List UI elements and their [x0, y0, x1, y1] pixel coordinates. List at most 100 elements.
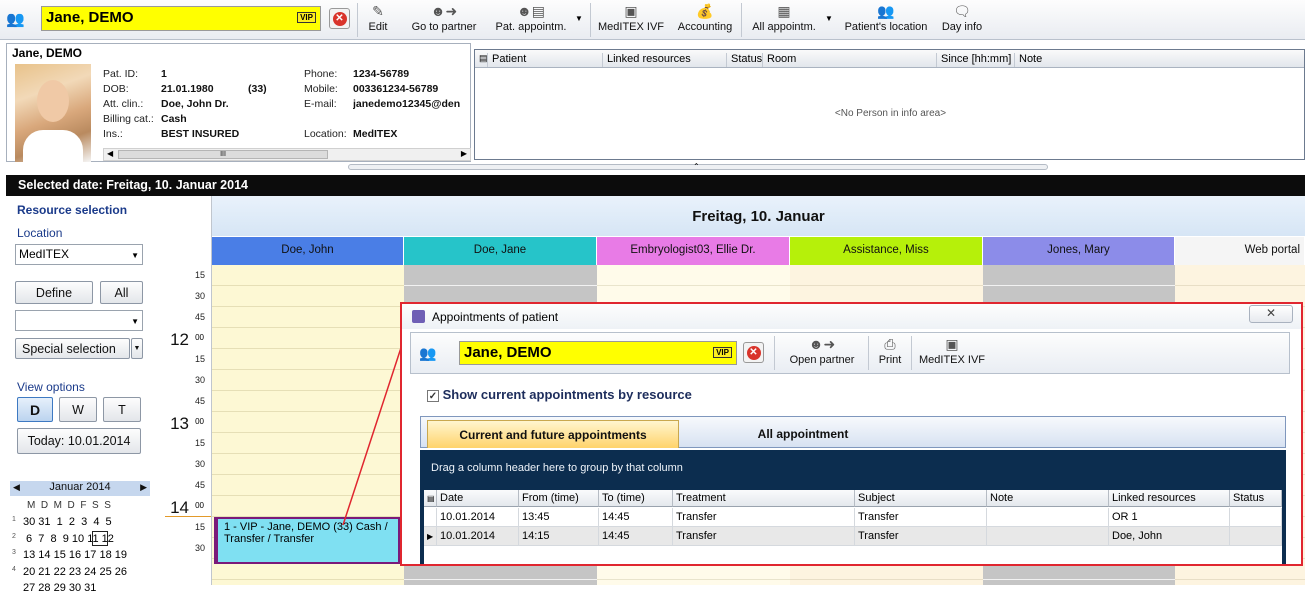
go-to-partner-button[interactable]: ☻➜ Go to partner [406, 2, 482, 38]
cell-from: 13:45 [519, 508, 599, 527]
info-area-header: ▤ Patient Linked resources Status Room S… [475, 50, 1304, 68]
tab-current-future[interactable]: Current and future appointments [427, 420, 679, 448]
calendar-week-row[interactable]: 20 21 22 23 24 25 26 [23, 566, 127, 578]
resource-header-embryologist[interactable]: Embryologist03, Ellie Dr. [597, 237, 790, 265]
mini-calendar-header: ◀ Januar 2014 ▶ [10, 481, 150, 496]
selection-select[interactable]: ▼ [15, 310, 143, 331]
cell-status [1230, 508, 1282, 527]
main-toolbar: 👥 Jane, DEMO VIP ✕ ✎ Edit ☻➜ Go to partner… [0, 0, 1305, 40]
patient-panel-scrollbar[interactable]: ◀ III ▶ [103, 148, 471, 161]
calendar-week-number: 4 [12, 566, 16, 573]
calendar-week-row[interactable]: 13 14 15 16 17 18 19 [23, 549, 127, 561]
all-appointm-button[interactable]: ▦ All appointm. [748, 2, 820, 38]
day-info-button[interactable]: 🗨 Day info [938, 2, 986, 38]
col-status[interactable]: Status [1230, 490, 1282, 507]
patient-info-panel: Jane, DEMO Pat. ID: 1 DOB: 21.01.1980 (3… [6, 43, 471, 162]
scroll-right-icon[interactable]: ▶ [461, 149, 467, 158]
col-status[interactable]: Status [726, 53, 764, 67]
group-by-area[interactable]: Drag a column header here to group by th… [421, 451, 1285, 485]
all-button[interactable]: All [100, 281, 143, 304]
resource-header-doe-jane[interactable]: Doe, Jane [404, 237, 597, 265]
current-row-arrow-icon: ▶ [427, 532, 434, 541]
prev-month-icon[interactable]: ◀ [13, 482, 20, 493]
meditex-ivf-button[interactable]: ▣ MedITEX IVF [597, 2, 665, 38]
phone-label: Phone: [304, 68, 338, 80]
resource-header-assistance[interactable]: Assistance, Miss [790, 237, 983, 265]
cell-status [1230, 527, 1282, 546]
pat-appointm-dropdown-icon[interactable]: ▼ [575, 14, 583, 23]
show-current-checkbox-row[interactable]: ✓ Show current appointments by resource [427, 387, 692, 402]
dialog-meditex-ivf-button[interactable]: ▣ MedITEX IVF [917, 335, 987, 371]
pat-appointm-label: Pat. appointm. [495, 21, 567, 33]
col-to-time[interactable]: To (time) [599, 490, 673, 507]
att-clin-value: Doe, John Dr. [161, 98, 229, 110]
time-quarter: 15 [194, 354, 205, 364]
current-time-marker [165, 516, 211, 517]
toolbar-separator [911, 336, 912, 370]
col-date[interactable]: Date [437, 490, 519, 507]
location-select[interactable]: MedITEX ▼ [15, 244, 143, 265]
patient-search-icon[interactable]: 👥 [419, 345, 436, 362]
patients-location-button[interactable]: 👥 Patient's location [842, 2, 930, 38]
time-column: 15 30 45 12 00 15 30 45 13 00 15 30 45 1… [161, 196, 212, 585]
today-button[interactable]: Today: 10.01.2014 [17, 428, 141, 454]
patient-name-field[interactable]: Jane, DEMO VIP [41, 6, 321, 31]
edit-label: Edit [368, 21, 388, 33]
dialog-clear-patient-button[interactable]: ✕ [743, 342, 764, 363]
resource-header-jones-mary[interactable]: Jones, Mary [983, 237, 1175, 265]
accounting-button[interactable]: 💰 Accounting [673, 2, 737, 38]
accounting-label: Accounting [677, 21, 733, 33]
toolbar-separator [357, 3, 358, 37]
pat-appointm-button[interactable]: ☻▤ Pat. appointm. [491, 2, 571, 38]
dialog-patient-name-field[interactable]: Jane, DEMO VIP [459, 341, 737, 365]
patient-name-text: Jane, DEMO [46, 9, 134, 26]
splitter-chevron-icon[interactable]: ⌃ [693, 162, 700, 171]
all-appointm-dropdown-icon[interactable]: ▼ [825, 14, 833, 23]
col-since[interactable]: Since [hh:mm] [936, 53, 1016, 67]
print-button[interactable]: ⎙ Print [874, 335, 906, 371]
table-row[interactable]: ▶ 10.01.2014 14:15 14:45 Transfer Transf… [424, 527, 1282, 546]
col-subject[interactable]: Subject [855, 490, 987, 507]
special-selection-dropdown[interactable]: ▼ [131, 338, 143, 359]
col-note[interactable]: Note [1014, 53, 1304, 67]
special-selection-button[interactable]: Special selection [15, 338, 130, 359]
col-linked-resources[interactable]: Linked resources [1109, 490, 1230, 507]
calendar-week-row[interactable]: 27 28 29 30 31 [23, 582, 96, 594]
dialog-titlebar: Appointments of patient ✕ [402, 304, 1301, 329]
open-partner-button[interactable]: ☻➜ Open partner [783, 335, 861, 371]
next-month-icon[interactable]: ▶ [140, 482, 147, 493]
time-hour-sup: 00 [195, 501, 204, 510]
calendar-week-number: 2 [12, 533, 16, 540]
col-treatment[interactable]: Treatment [673, 490, 855, 507]
col-linked-resources[interactable]: Linked resources [602, 53, 726, 67]
table-row[interactable]: 10.01.2014 13:45 14:45 Transfer Transfer… [424, 508, 1282, 527]
tab-all-appointment[interactable]: All appointment [683, 420, 923, 448]
view-day-button[interactable]: D [17, 397, 53, 422]
resource-header-doe-john[interactable]: Doe, John [212, 237, 404, 265]
row-indicator-header[interactable]: ▤ [424, 490, 437, 507]
mobile-label: Mobile: [304, 83, 338, 95]
calendar-week-row[interactable]: 30 31 1 2 3 4 5 [23, 516, 112, 528]
email-label: E-mail: [304, 98, 337, 110]
checkbox-checked-icon[interactable]: ✓ [427, 389, 439, 402]
col-note[interactable]: Note [987, 490, 1109, 507]
col-room[interactable]: Room [762, 53, 937, 67]
email-value: janedemo12345@den [353, 98, 461, 110]
toolbar-separator [774, 336, 775, 370]
billing-label: Billing cat.: [103, 113, 154, 125]
resource-selection-title: Resource selection [17, 203, 128, 217]
scroll-left-icon[interactable]: ◀ [107, 149, 113, 158]
scroll-thumb[interactable]: III [118, 150, 328, 159]
col-patient[interactable]: Patient [487, 53, 605, 67]
view-week-button[interactable]: W [59, 397, 97, 422]
dialog-close-button[interactable]: ✕ [1249, 305, 1293, 323]
edit-button[interactable]: ✎ Edit [362, 2, 394, 38]
calendar-selected-day-box [92, 531, 108, 546]
view-t-button[interactable]: T [103, 397, 141, 422]
col-from-time[interactable]: From (time) [519, 490, 599, 507]
clear-patient-button[interactable]: ✕ [329, 8, 350, 29]
define-button[interactable]: Define [15, 281, 93, 304]
dialog-title: Appointments of patient [432, 310, 559, 324]
resource-header-web-portal[interactable]: Web portal [1175, 237, 1305, 265]
patient-search-icon[interactable]: 👥 [6, 10, 25, 28]
